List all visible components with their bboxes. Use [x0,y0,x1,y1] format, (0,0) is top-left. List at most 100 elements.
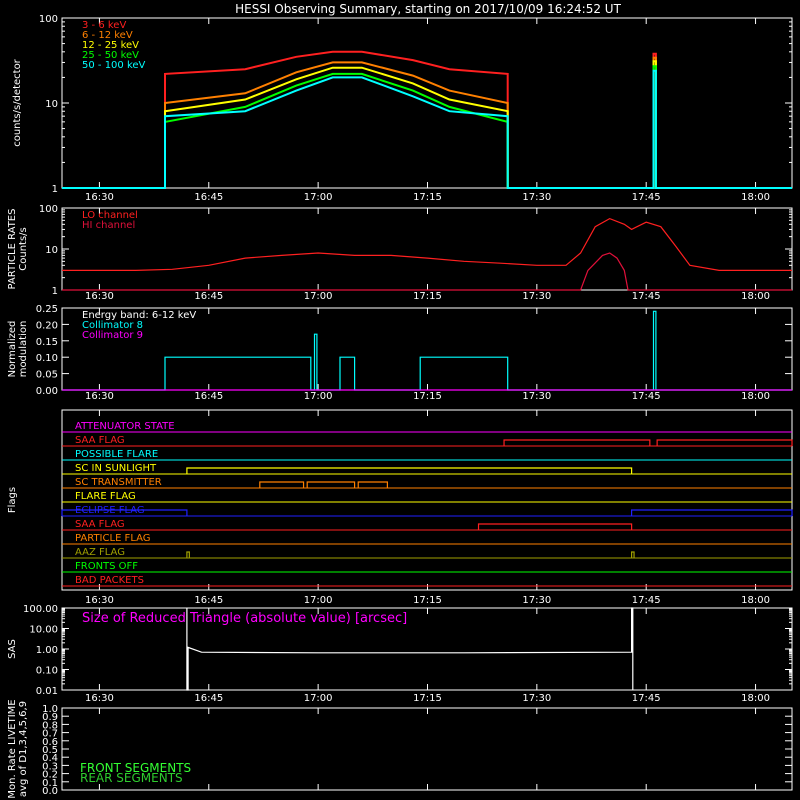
y-tick-label: 0.00 [36,386,58,397]
y-tick-label: 1 [52,184,58,195]
y-axis-title: Flags [7,487,18,513]
series-line [62,217,792,271]
panel-frame [61,409,793,591]
x-tick-label: 17:45 [632,595,661,606]
legend-entry: 50 - 100 keV [82,60,146,71]
y-tick-label: 100.00 [23,604,58,615]
x-tick-label: 17:45 [632,192,661,203]
panel-livetime: 0.00.10.20.30.40.50.60.70.80.91.0Mon. Ra… [7,699,793,799]
y-tick-label: 10 [45,99,58,110]
flag-label: PARTICLE FLAG [75,533,151,544]
x-tick-label: 16:45 [194,291,223,302]
x-tick-label: 17:30 [522,595,551,606]
series-line [62,69,792,189]
x-tick-label: 18:00 [741,391,770,402]
flag-on-segment [631,509,793,516]
x-tick-label: 16:45 [194,693,223,704]
x-tick-label: 18:00 [741,693,770,704]
y-tick-label: 0.25 [36,304,58,315]
x-tick-label: 16:45 [194,192,223,203]
y-axis-title: PARTICLE RATES [7,209,18,290]
flag-on-segment [186,551,190,558]
x-tick-label: 17:45 [632,693,661,704]
x-tick-label: 18:00 [741,595,770,606]
x-tick-label: 16:30 [85,391,114,402]
x-tick-label: 17:00 [304,595,333,606]
y-tick-label: 0.05 [36,370,58,381]
x-tick-label: 18:00 [741,291,770,302]
y-tick-label: 0.20 [36,320,58,331]
y-tick-label: 10 [45,245,58,256]
panel-sas: 16:30 16:45 17:00 17:15 17:30 17:45 18:00 0.01 0… [7,604,793,704]
flag-on-segment [306,481,356,488]
y-axis-title: Counts/s [18,227,29,271]
x-tick-label: 17:30 [522,693,551,704]
series-line [62,60,792,189]
x-tick-label: 17:15 [413,595,442,606]
x-tick-label: 17:00 [304,291,333,302]
x-tick-label: 17:30 [522,291,551,302]
legend-entry: HI channel [82,220,135,231]
flag-on-segment [477,523,633,530]
flag-label: POSSIBLE FLARE [75,449,158,460]
panel-particle-rates: 16:30 16:45 17:00 17:15 17:30 17:45 18:00 1 10 10… [7,204,793,302]
y-tick-label: 100 [39,14,58,25]
y-tick-label: 1.00 [36,645,58,656]
panel-frame [61,207,793,291]
flag-label: FRONTS OFF [75,561,138,572]
flag-label: ATTENUATOR STATE [75,421,175,432]
x-tick-label: 17:00 [304,693,333,704]
x-tick-label: 17:30 [522,391,551,402]
y-axis-title: Mon. Rate LIVETIME [7,699,18,798]
x-tick-label: 17:15 [413,192,442,203]
x-tick-label: 17:15 [413,693,442,704]
y-tick-label: 0.10 [36,353,58,364]
y-tick-label: 10.00 [29,625,58,636]
flag-label: FLARE FLAG [75,491,136,502]
chart-title: HESSI Observing Summary, starting on 201… [235,2,621,16]
x-tick-label: 17:45 [632,391,661,402]
x-tick-label: 18:00 [741,192,770,203]
flag-on-segment [503,439,651,446]
x-tick-label: 16:30 [85,595,114,606]
flag-on-segment [357,481,388,488]
y-tick-label: 0.10 [36,666,58,677]
y-axis-title: modulation [18,321,29,378]
flag-label: SC TRANSMITTER [75,477,162,488]
panel-count-rates: 16:30 16:45 17:00 17:15 17:30 17:45 18:00 1 10 10… [12,14,793,203]
panel-modulation: 16:30 16:45 17:00 17:15 17:30 17:45 18:00 0.00 0… [7,304,793,402]
flag-label: BAD PACKETS [75,575,144,586]
y-tick-label: 0.01 [36,686,58,697]
flag-label: SAA FLAG [75,519,125,530]
y-axis-title: Normalized [7,321,18,378]
panel-flags: 16:30 16:45 17:00 17:15 17:30 17:45 18:00 Flags… [7,409,793,606]
legend-entry: Collimator 9 [82,330,143,341]
x-tick-label: 17:15 [413,291,442,302]
panel-annotation: Size of Reduced Triangle (absolute value… [82,611,407,626]
series-line [62,56,792,189]
x-tick-label: 16:45 [194,391,223,402]
legend-entry: REAR SEGMENTS [80,771,183,785]
x-tick-label: 16:30 [85,291,114,302]
y-tick-label: 1.0 [42,704,58,715]
flag-on-segment [631,551,635,558]
y-axis-title: avg of D1,3,4,5,6,9 [18,701,29,797]
x-tick-label: 17:45 [632,291,661,302]
x-tick-label: 16:45 [194,595,223,606]
x-tick-label: 17:30 [522,192,551,203]
x-tick-label: 17:00 [304,391,333,402]
x-tick-label: 16:30 [85,693,114,704]
y-tick-label: 1 [52,286,58,297]
series-line [62,310,792,391]
y-axis-title: counts/s/detector [12,58,23,146]
flag-on-segment [186,467,633,474]
y-tick-label: 0.15 [36,337,58,348]
flag-on-segment [259,481,305,488]
flag-on-segment [656,439,793,446]
flag-label: SAA FLAG [75,435,125,446]
x-tick-label: 17:00 [304,192,333,203]
flag-label: AAZ FLAG [75,547,125,558]
x-tick-label: 17:15 [413,391,442,402]
hessi-summary-chart: HESSI Observing Summary, starting on 201… [7,2,793,799]
y-axis-title: SAS [7,639,18,659]
